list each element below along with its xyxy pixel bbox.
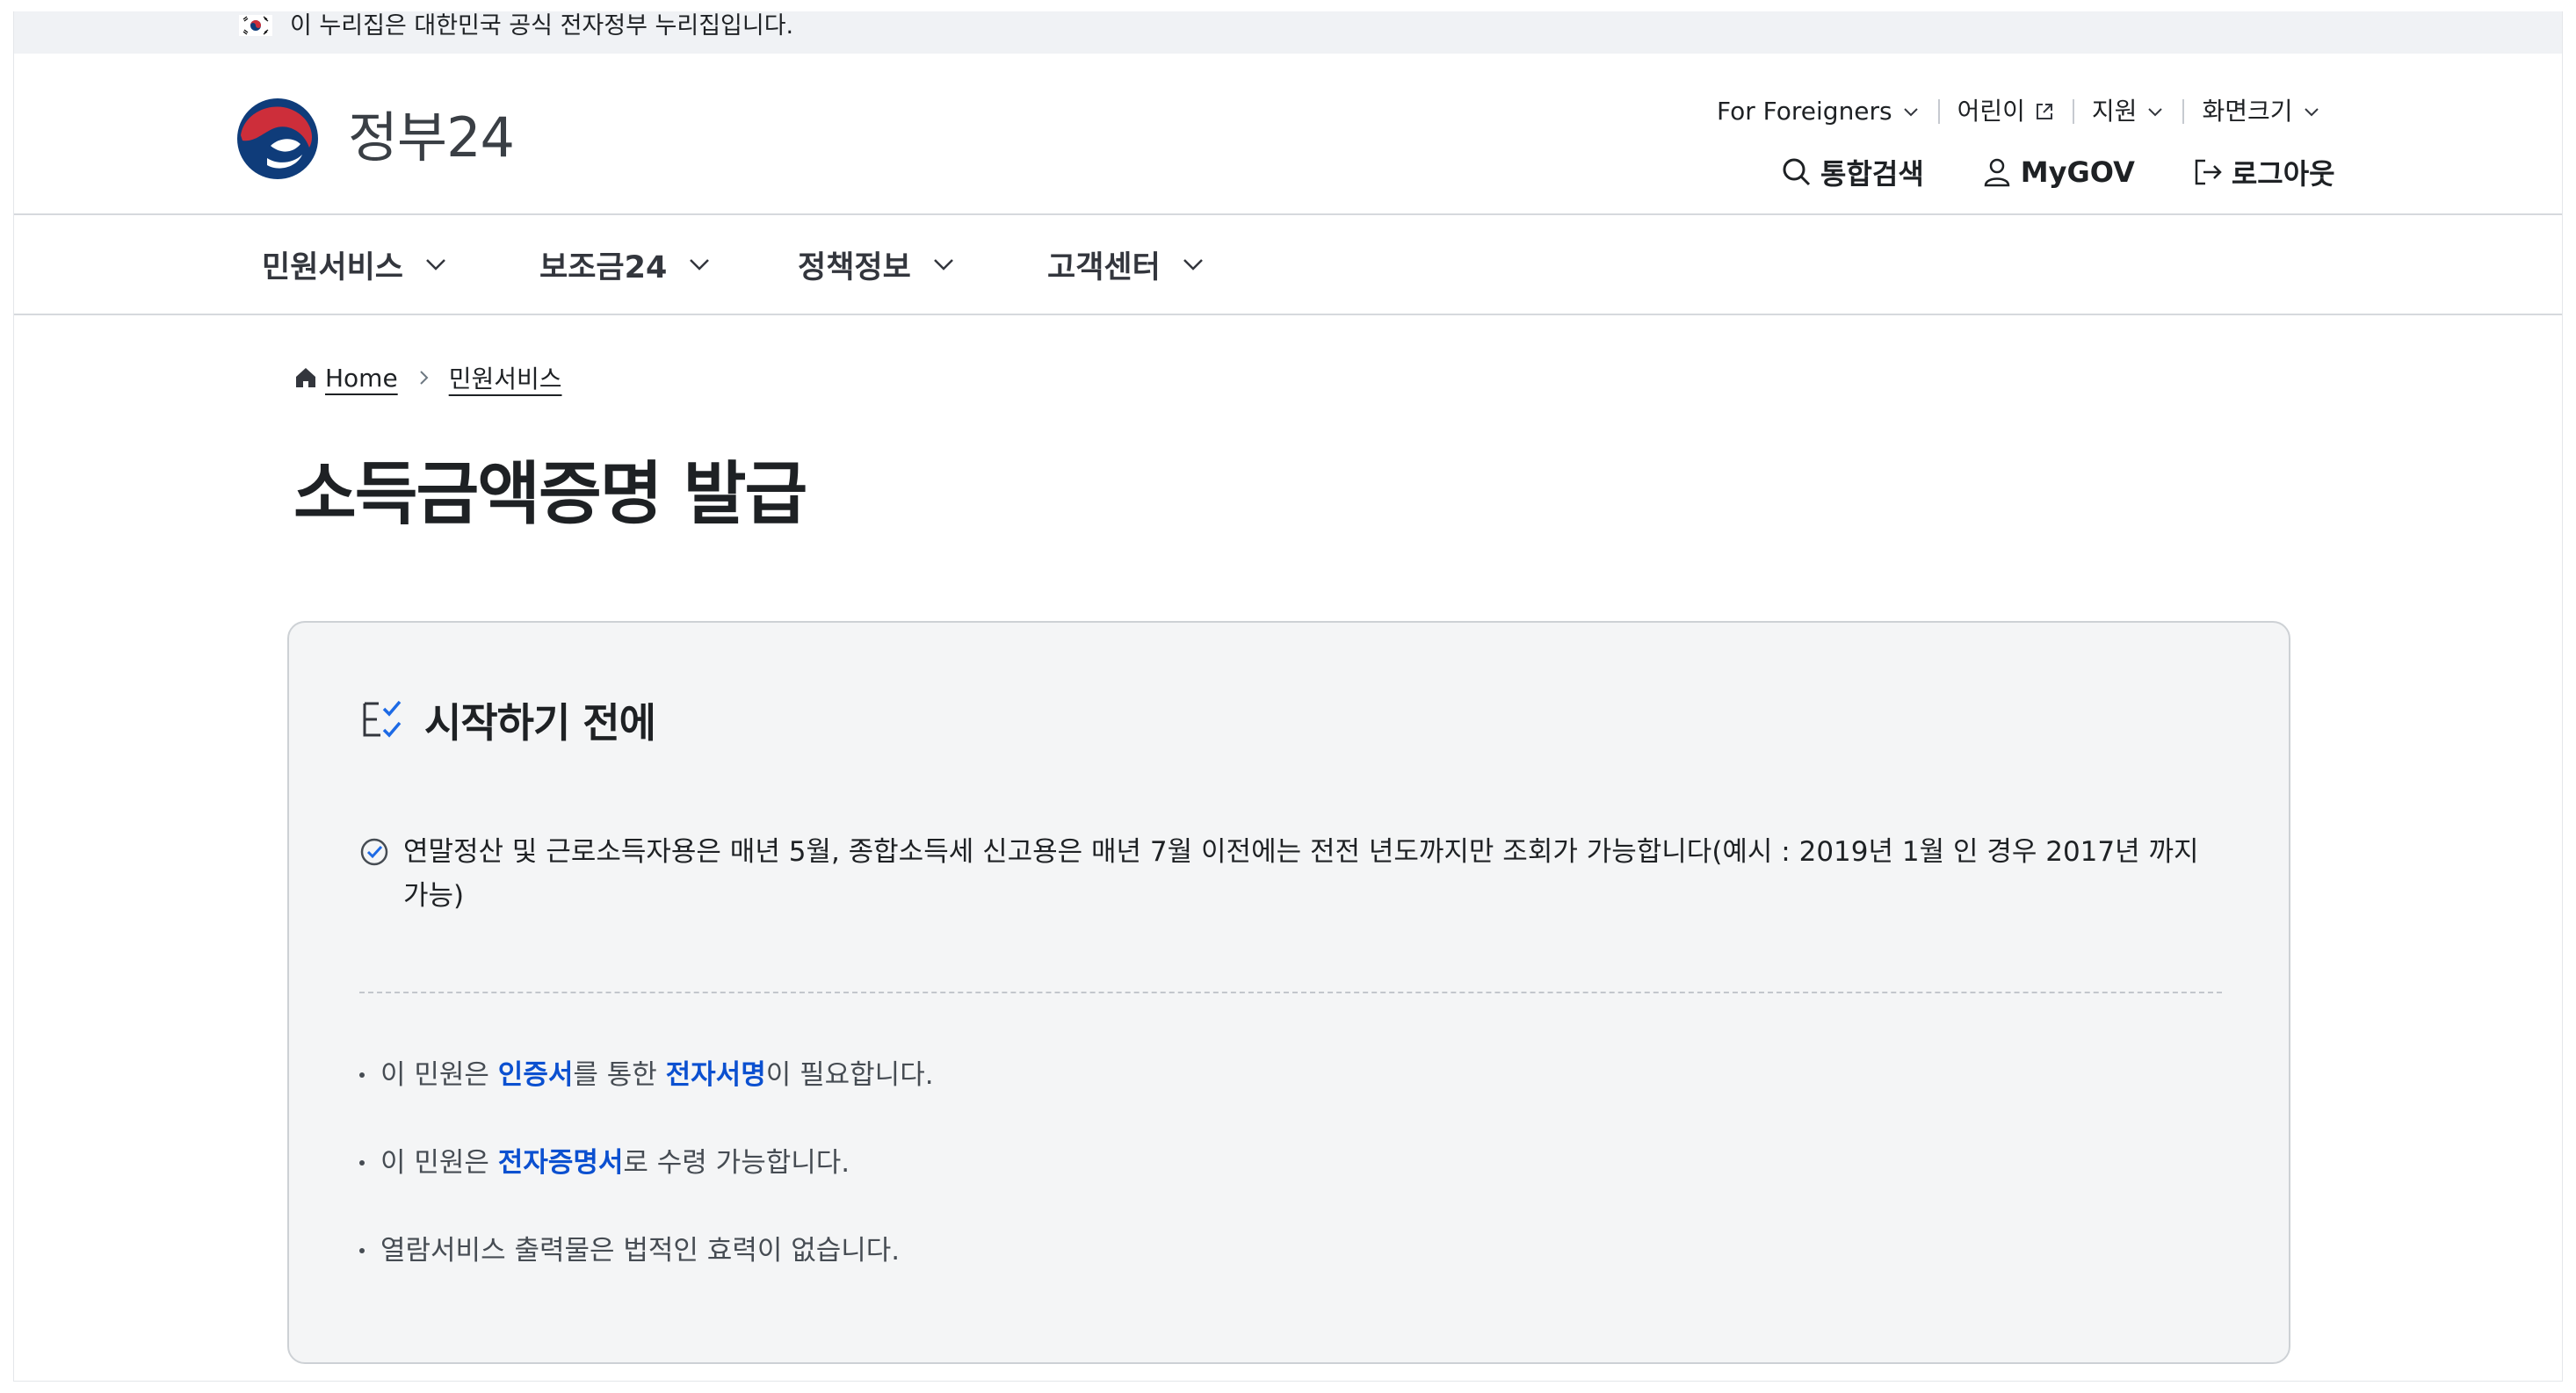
mygov-label: MyGOV (2020, 155, 2135, 189)
highlight-e-signature: 전자서명 (665, 1059, 766, 1091)
logout-icon (2195, 159, 2222, 185)
gnb-subsidy24[interactable]: 보조금24 (539, 215, 713, 314)
gnb-label: 정책정보 (798, 249, 911, 285)
breadcrumb-home-link[interactable]: Home (325, 364, 398, 393)
kids-label: 어린이 (1957, 97, 2025, 126)
highlight-e-document: 전자증명서 (497, 1147, 624, 1179)
bullet-text: 이 민원은 (380, 1147, 498, 1179)
korea-flag-icon (239, 15, 272, 36)
site-header: 정부24 For Foreigners 어린이 지원 화면크기 통합검색 MyG… (14, 54, 2562, 215)
for-foreigners-menu[interactable]: For Foreigners (1717, 94, 1921, 129)
bullet-item-e-certificate: 이 민원은 전자증명서로 수령 가능합니다. (359, 1141, 934, 1185)
chevron-down-icon (2304, 108, 2319, 117)
browser-page: 이 누리집은 대한민국 공식 전자정부 누리집입니다. 정부24 For For… (13, 11, 2563, 1382)
main-utility-nav: 통합검색 MyGOV 로그아웃 (1780, 150, 2335, 194)
before-start-box: 시작하기 전에 연말정산 및 근로소득자용은 매년 5월, 종합소득세 신고용은… (287, 621, 2290, 1364)
divider (2072, 99, 2074, 124)
screen-size-label: 화면크기 (2202, 97, 2293, 126)
bullet-item-certificate: 이 민원은 인증서를 통한 전자서명이 필요합니다. (359, 1053, 934, 1097)
gnb-label: 보조금24 (539, 249, 668, 285)
search-icon (1783, 158, 1811, 186)
gov-banner-text: 이 누리집은 대한민국 공식 전자정부 누리집입니다. (290, 12, 794, 40)
gnb-civil-service[interactable]: 민원서비스 (262, 215, 449, 314)
chevron-right-icon (419, 371, 429, 385)
gov24-logo-icon[interactable] (235, 97, 320, 181)
dashed-divider (359, 992, 2222, 993)
bullet-item-no-legal-effect: 열람서비스 출력물은 법적인 효력이 없습니다. (359, 1229, 934, 1273)
screen-size-menu[interactable]: 화면크기 (2202, 94, 2320, 129)
utility-nav: For Foreigners 어린이 지원 화면크기 (1717, 92, 2321, 131)
check-circle-icon (360, 838, 388, 866)
breadcrumb-current-link[interactable]: 민원서비스 (449, 360, 562, 395)
divider (2182, 99, 2185, 124)
logout-button[interactable]: 로그아웃 (2191, 152, 2335, 192)
notice-bullet-list: 이 민원은 인증서를 통한 전자서명이 필요합니다. 이 민원은 전자증명서로 … (359, 1053, 934, 1317)
gnb-label: 민원서비스 (262, 249, 404, 285)
gnb-label: 고객센터 (1047, 249, 1161, 285)
chevron-down-icon (426, 259, 445, 271)
for-foreigners-label: For Foreigners (1717, 97, 1892, 126)
box-header: 시작하기 전에 (359, 691, 656, 749)
bullet-text: 를 통한 (573, 1059, 666, 1091)
gov24-logo-text[interactable]: 정부24 (348, 103, 515, 173)
main-navigation: 민원서비스 보조금24 정책정보 고객센터 (14, 215, 2562, 315)
gnb-customer-center[interactable]: 고객센터 (1047, 215, 1206, 314)
chevron-down-icon (933, 259, 953, 271)
breadcrumb: Home 민원서비스 (293, 357, 562, 398)
bullet-text: 열람서비스 출력물은 법적인 효력이 없습니다. (380, 1235, 901, 1267)
kids-link[interactable]: 어린이 (1957, 94, 2055, 129)
gov-official-banner: 이 누리집은 대한민국 공식 전자정부 누리집입니다. (14, 11, 2562, 54)
integrated-search-button[interactable]: 통합검색 (1780, 152, 1924, 192)
support-menu[interactable]: 지원 (2092, 94, 2166, 129)
chevron-down-icon (1183, 259, 1203, 271)
notice-check-item: 연말정산 및 근로소득자용은 매년 5월, 종합소득세 신고용은 매년 7월 이… (359, 830, 2213, 918)
checklist-icon (363, 700, 402, 738)
page-title: 소득금액증명 발급 (293, 455, 807, 534)
external-link-icon (2036, 104, 2052, 119)
highlight-certificate: 인증서 (497, 1059, 574, 1091)
chevron-down-icon (690, 259, 710, 271)
divider (1937, 99, 1940, 124)
box-title: 시작하기 전에 (424, 699, 656, 747)
bullet-text: 이 민원은 (380, 1059, 498, 1091)
home-icon (296, 368, 315, 387)
bullet-text: 로 수령 가능합니다. (623, 1147, 850, 1179)
chevron-down-icon (2148, 108, 2163, 117)
search-label: 통합검색 (1820, 157, 1924, 191)
mygov-button[interactable]: MyGOV (1980, 155, 2135, 189)
bullet-text: 이 필요합니다. (765, 1059, 934, 1091)
support-label: 지원 (2091, 97, 2138, 126)
logout-label: 로그아웃 (2231, 157, 2335, 191)
user-icon (1984, 158, 2010, 187)
notice-check-text: 연말정산 및 근로소득자용은 매년 5월, 종합소득세 신고용은 매년 7월 이… (403, 836, 2199, 912)
chevron-down-icon (1903, 108, 1918, 117)
gnb-policy-info[interactable]: 정책정보 (798, 215, 957, 314)
